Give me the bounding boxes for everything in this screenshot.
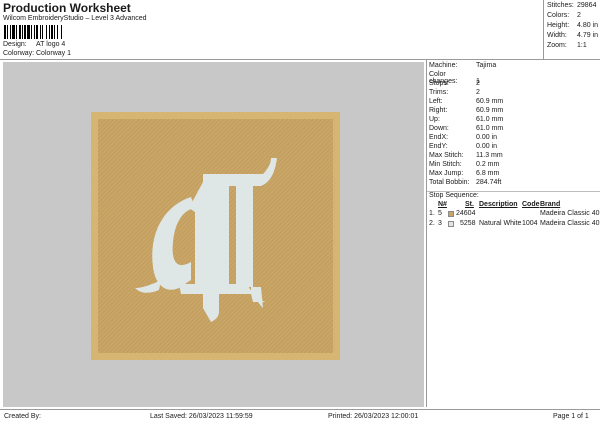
info-row: Max Stitch: 11.3 mm [429,152,503,159]
barcode [4,25,84,39]
info-row: EndY: 0.00 in [429,143,498,150]
info-row: Stops: 2 [429,80,480,87]
colorway-row: Colorway: Colorway 1 [3,50,71,57]
stat-row: Zoom: 1:1 [547,42,587,49]
info-row: Color changes: 1 [429,71,480,85]
production-worksheet: Production Worksheet Wilcom EmbroiderySt… [0,0,600,424]
worksheet-header: Production Worksheet Wilcom EmbroiderySt… [0,0,543,60]
page-title: Production Worksheet [3,1,131,15]
stat-row: Stitches: 29864 [547,2,597,9]
info-row: Machine: Tajima [429,62,497,69]
info-row: Trims: 2 [429,89,480,96]
software-subtitle: Wilcom EmbroideryStudio – Level 3 Advanc… [3,15,147,22]
last-saved: Last Saved: 26/03/2023 11:59:59 [150,413,253,420]
stat-row: Width: 4.79 in [547,32,599,39]
info-row: Down: 61.0 mm [429,125,504,132]
design-name-row: Design: AT logo 4 [3,41,65,48]
info-row: Right: 60.9 mm [429,107,504,114]
stop-sequence-title: Stop Sequence: [427,191,600,200]
colorway-value: Colorway 1 [36,50,72,57]
design-stats: Stitches: 29864 Colors: 2 Height: 4.80 in W… [543,0,600,60]
col-code: Code [522,201,540,208]
color-swatch [448,221,454,227]
color-swatch [448,211,454,217]
col-n: N# [438,201,447,208]
stop-sequence-header: N# St. Description Code Brand [429,201,600,210]
stop-row: 1. 5 24604 Madeira Classic 40 [429,210,600,217]
printed-date: Printed: 26/03/2023 12:00:01 [328,413,419,420]
info-row: Left: 60.9 mm [429,98,504,105]
info-row: Up: 61.0 mm [429,116,504,123]
design-label: Design: [3,41,27,48]
page-number: Page 1 of 1 [553,413,589,420]
embroidered-patch [91,112,340,360]
stop-row: 2. 3 5258 Natural White 1004 Madeira Cla… [429,220,600,227]
machine-info-panel: Machine: Tajima Color changes: 1 Stops: 2 T… [426,60,600,407]
stat-row: Colors: 2 [547,12,581,19]
stat-row: Height: 4.80 in [547,22,599,29]
worksheet-footer: Created By: Last Saved: 26/03/2023 11:59… [0,409,600,424]
info-row: EndX: 0.00 in [429,134,498,141]
col-brand: Brand [540,201,561,208]
info-row: Total Bobbin: 284.74ft [429,179,502,186]
info-row: Min Stitch: 0.2 mm [429,161,500,168]
design-value: AT logo 4 [36,41,66,48]
design-preview [3,62,424,407]
col-st: St. [465,201,474,208]
colorway-label: Colorway: [3,50,35,57]
col-description: Description [479,201,518,208]
created-by: Created By: [4,413,41,420]
info-row: Max Jump: 6.8 mm [429,170,500,177]
